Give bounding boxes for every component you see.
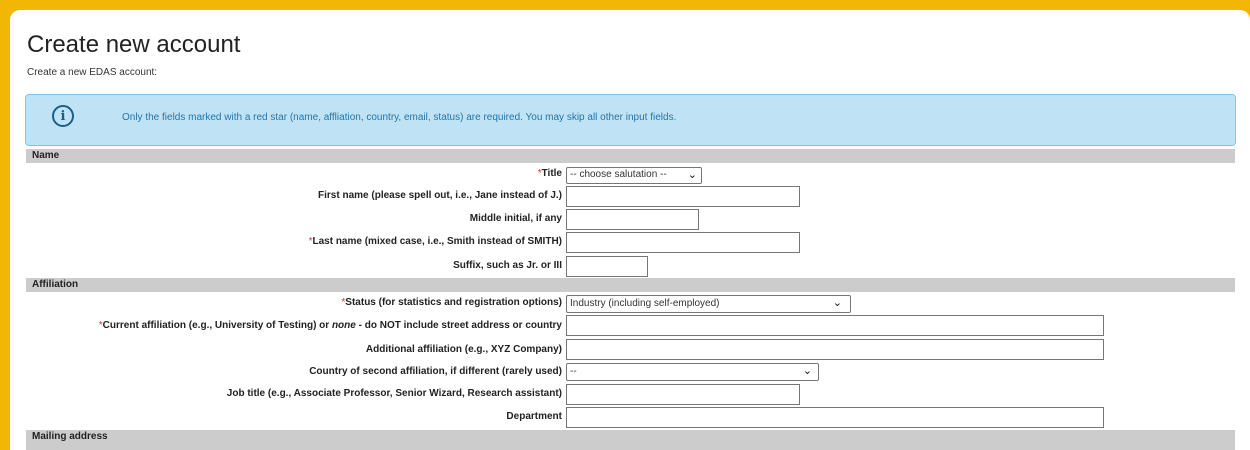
info-notice: i Only the fields marked with a red star… [25, 94, 1236, 146]
second-country-select-value: -- [570, 366, 577, 377]
second-country-select[interactable]: -- ⌄ [566, 363, 819, 381]
status-select-value: Industry (including self-employed) [570, 298, 720, 309]
additional-affiliation-label: Additional affiliation (e.g., XYZ Compan… [365, 344, 562, 355]
middle-initial-label: Middle initial, if any [469, 213, 562, 224]
second-country-row: Country of second affiliation, if differ… [26, 361, 1235, 383]
suffix-label: Suffix, such as Jr. or III [453, 260, 562, 271]
chevron-down-icon: ⌄ [687, 169, 697, 181]
title-select[interactable]: -- choose salutation -- ⌄ [566, 167, 702, 184]
title-select-value: -- choose salutation -- [570, 169, 667, 180]
current-affiliation-input[interactable] [566, 315, 1104, 336]
status-select[interactable]: Industry (including self-employed) ⌄ [566, 295, 851, 313]
department-input[interactable] [566, 407, 1104, 428]
second-country-label: Country of second affiliation, if differ… [309, 366, 562, 377]
job-title-input[interactable] [566, 384, 800, 405]
notice-text: Only the fields marked with a red star (… [122, 112, 677, 123]
section-header-mailing-address: Mailing address [26, 430, 1235, 450]
chevron-down-icon: ⌄ [802, 365, 812, 377]
chevron-down-icon: ⌄ [832, 297, 842, 309]
info-icon: i [52, 105, 74, 127]
first-name-row: First name (please spell out, i.e., Jane… [26, 185, 1235, 207]
additional-affiliation-row: Additional affiliation (e.g., XYZ Compan… [26, 338, 1235, 360]
suffix-input[interactable] [566, 256, 648, 277]
middle-initial-input[interactable] [566, 209, 699, 230]
section-header-affiliation: Affiliation [26, 278, 1235, 292]
title-label: *Title [537, 168, 562, 179]
page-title: Create new account [27, 31, 241, 58]
department-label: Department [506, 411, 562, 422]
middle-initial-row: Middle initial, if any [26, 208, 1235, 230]
current-affiliation-row: *Current affiliation (e.g., University o… [26, 314, 1235, 336]
last-name-row: *Last name (mixed case, i.e., Smith inst… [26, 231, 1235, 253]
status-row: *Status (for statistics and registration… [26, 293, 1235, 315]
last-name-label: *Last name (mixed case, i.e., Smith inst… [308, 236, 562, 247]
section-header-name: Name [26, 149, 1235, 163]
suffix-row: Suffix, such as Jr. or III [26, 255, 1235, 277]
current-affiliation-label: *Current affiliation (e.g., University o… [98, 320, 562, 331]
department-row: Department [26, 406, 1235, 428]
last-name-input[interactable] [566, 232, 800, 253]
page-frame: Create new account Create a new EDAS acc… [10, 10, 1250, 450]
page-subtitle: Create a new EDAS account: [27, 67, 158, 78]
first-name-input[interactable] [566, 186, 800, 207]
job-title-row: Job title (e.g., Associate Professor, Se… [26, 383, 1235, 405]
first-name-label: First name (please spell out, i.e., Jane… [318, 190, 562, 201]
additional-affiliation-input[interactable] [566, 339, 1104, 360]
status-label: *Status (for statistics and registration… [341, 297, 562, 308]
job-title-label: Job title (e.g., Associate Professor, Se… [226, 388, 562, 399]
title-row: *Title -- choose salutation -- ⌄ [26, 164, 1235, 186]
